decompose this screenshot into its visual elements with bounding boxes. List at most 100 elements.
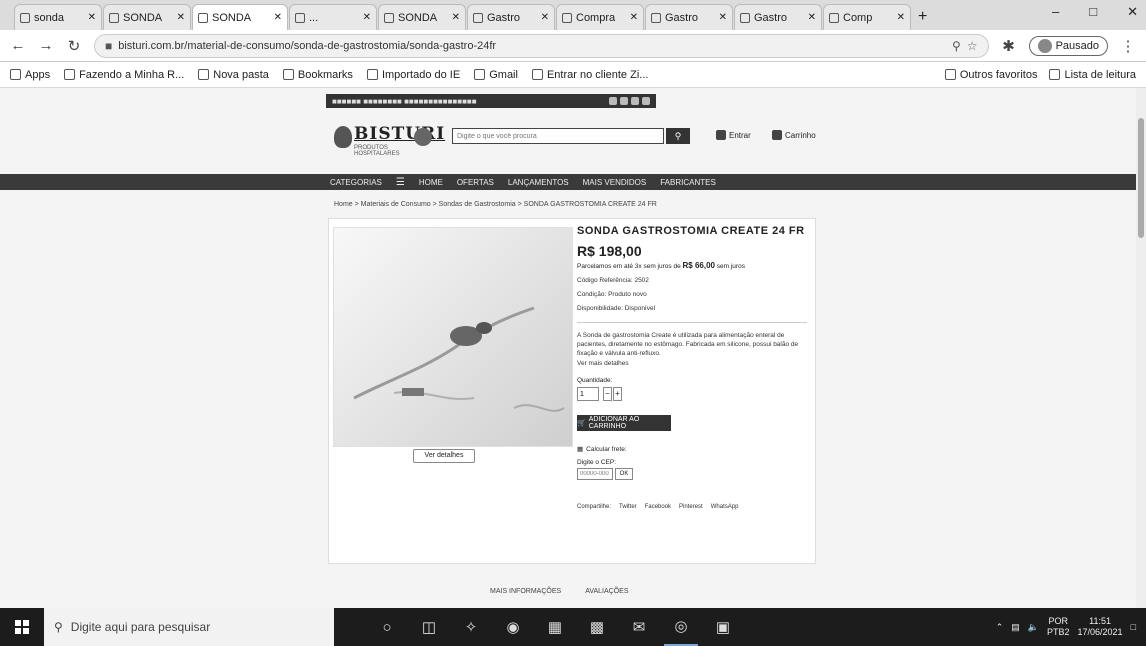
- social-icon[interactable]: [631, 97, 639, 105]
- nav-link[interactable]: LANÇAMENTOS: [508, 178, 569, 187]
- bookmark-item[interactable]: Apps: [10, 69, 50, 81]
- mail-icon[interactable]: ✉: [622, 608, 656, 646]
- file-explorer-icon[interactable]: ▦: [538, 608, 572, 646]
- favicon-icon: [473, 12, 483, 23]
- close-tab-icon[interactable]: ✕: [719, 12, 727, 23]
- close-icon[interactable]: ✕: [1127, 4, 1138, 20]
- bookmark-folder[interactable]: Outros favoritos: [944, 68, 1038, 81]
- forward-icon[interactable]: →: [38, 37, 54, 54]
- close-tab-icon[interactable]: ✕: [897, 12, 905, 23]
- chrome-icon[interactable]: ◎: [664, 608, 698, 646]
- scrollbar-thumb[interactable]: [1138, 118, 1144, 238]
- page-scrollbar[interactable]: [1136, 88, 1146, 608]
- volume-icon[interactable]: 🔈: [1028, 622, 1039, 633]
- close-tab-icon[interactable]: ✕: [630, 12, 638, 23]
- task-view-icon[interactable]: ◫: [412, 608, 446, 646]
- bookmark-item[interactable]: Nova pasta: [198, 69, 269, 81]
- categories-menu[interactable]: CATEGORIAS: [330, 178, 382, 187]
- close-tab-icon[interactable]: ✕: [808, 12, 816, 23]
- login-link[interactable]: Entrar: [716, 130, 751, 140]
- bookmark-item[interactable]: Gmail: [474, 69, 518, 81]
- search-button[interactable]: ⚲: [666, 128, 690, 144]
- browser-tab[interactable]: SONDA ✕: [378, 4, 466, 30]
- close-tab-icon[interactable]: ✕: [88, 12, 96, 23]
- browser-tab[interactable]: sonda ✕: [14, 4, 102, 30]
- minimize-icon[interactable]: –: [1052, 4, 1059, 20]
- zoom-button[interactable]: Ver detalhes: [413, 449, 475, 463]
- zoom-icon[interactable]: ⚲: [952, 39, 961, 53]
- logo-tagline: PRODUTOS HOSPITALARES: [354, 145, 400, 157]
- social-icon[interactable]: [620, 97, 628, 105]
- back-icon[interactable]: ←: [10, 37, 26, 54]
- nav-link[interactable]: FABRICANTES: [660, 178, 716, 187]
- bookmark-folder[interactable]: Lista de leitura: [1049, 69, 1136, 81]
- network-icon[interactable]: ▤: [1011, 622, 1020, 633]
- browser-tab[interactable]: Compra ✕: [556, 4, 644, 30]
- chevron-up-icon[interactable]: ⌃: [996, 622, 1004, 633]
- bookmark-item[interactable]: Bookmarks: [282, 69, 353, 81]
- share-link[interactable]: Facebook: [645, 504, 671, 510]
- browser-tab[interactable]: SONDA ✕: [103, 4, 191, 30]
- store-icon[interactable]: ▩: [580, 608, 614, 646]
- cep-ok-button[interactable]: OK: [615, 468, 633, 480]
- edge-icon[interactable]: ◉: [496, 608, 530, 646]
- bookmark-item[interactable]: Entrar no cliente Zi...: [531, 69, 648, 81]
- app-icon[interactable]: ▣: [706, 608, 740, 646]
- clock[interactable]: 11:51 17/06/2021: [1078, 616, 1123, 638]
- browser-tab[interactable]: ... ✕: [289, 4, 377, 30]
- decrement-button[interactable]: −: [603, 387, 612, 401]
- nav-link[interactable]: MAIS VENDIDOS: [583, 178, 647, 187]
- add-to-cart-button[interactable]: 🛒 ADICIONAR AO CARRINHO: [577, 415, 671, 431]
- extensions-icon[interactable]: ✱: [1001, 37, 1017, 55]
- profile-button[interactable]: Pausado: [1028, 35, 1108, 56]
- lock-icon[interactable]: ■: [105, 39, 112, 53]
- share-link[interactable]: Pinterest: [679, 504, 703, 510]
- cep-input[interactable]: [577, 468, 613, 480]
- browser-tab[interactable]: Gastro ✕: [645, 4, 733, 30]
- start-button[interactable]: [0, 608, 44, 646]
- hamburger-icon[interactable]: ☰: [396, 177, 405, 188]
- bookmark-item[interactable]: Fazendo a Minha R...: [64, 69, 184, 81]
- browser-tab[interactable]: Comp ✕: [823, 4, 911, 30]
- bookmark-label: Outros favoritos: [959, 68, 1038, 81]
- address-bar[interactable]: ■ bisturi.com.br/material-de-consumo/son…: [94, 33, 989, 58]
- browser-tab[interactable]: SONDA ✕: [192, 4, 288, 30]
- search-input[interactable]: [452, 128, 664, 144]
- product-tab[interactable]: AVALIAÇÕES: [585, 588, 628, 595]
- taskbar-search[interactable]: ⚲ Digite aqui para pesquisar: [44, 608, 334, 646]
- reload-icon[interactable]: ↻: [66, 37, 82, 55]
- close-tab-icon[interactable]: ✕: [452, 12, 460, 23]
- menu-icon[interactable]: ⋮: [1120, 37, 1136, 55]
- notification-icon[interactable]: □: [1131, 622, 1136, 632]
- maximize-icon[interactable]: □: [1089, 4, 1097, 20]
- quantity-input[interactable]: [577, 387, 599, 401]
- browser-tab[interactable]: Gastro ✕: [467, 4, 555, 30]
- cortana-icon[interactable]: ○: [370, 608, 404, 646]
- close-tab-icon[interactable]: ✕: [363, 12, 371, 23]
- favicon-icon: [562, 12, 572, 23]
- social-icon[interactable]: [642, 97, 650, 105]
- close-tab-icon[interactable]: ✕: [541, 12, 549, 23]
- share-link[interactable]: Twitter: [619, 504, 637, 510]
- product-tab[interactable]: MAIS INFORMAÇÕES: [490, 588, 561, 595]
- read-more-link[interactable]: Ver mais detalhes: [577, 360, 807, 367]
- site-logo[interactable]: BISTURI PRODUTOS HOSPITALARES: [330, 120, 444, 157]
- product-image[interactable]: [333, 227, 573, 447]
- bookmark-label: Gmail: [489, 68, 518, 81]
- nav-link[interactable]: OFERTAS: [457, 178, 494, 187]
- bookmark-item[interactable]: Importado do IE: [366, 69, 460, 81]
- close-tab-icon[interactable]: ✕: [274, 12, 282, 23]
- social-icon[interactable]: [609, 97, 617, 105]
- bookmark-icon: [198, 69, 210, 80]
- app-icon[interactable]: ✧: [454, 608, 488, 646]
- browser-tab[interactable]: Gastro ✕: [734, 4, 822, 30]
- bookmark-icon: [10, 69, 21, 80]
- close-tab-icon[interactable]: ✕: [177, 12, 185, 23]
- new-tab-button[interactable]: +: [918, 4, 927, 30]
- nav-link[interactable]: HOME: [419, 178, 443, 187]
- star-icon[interactable]: ☆: [967, 39, 978, 53]
- increment-button[interactable]: +: [613, 387, 622, 401]
- language-indicator[interactable]: POR PTB2: [1047, 616, 1070, 638]
- share-link[interactable]: WhatsApp: [711, 504, 739, 510]
- cart-link[interactable]: Carrinho: [772, 130, 816, 140]
